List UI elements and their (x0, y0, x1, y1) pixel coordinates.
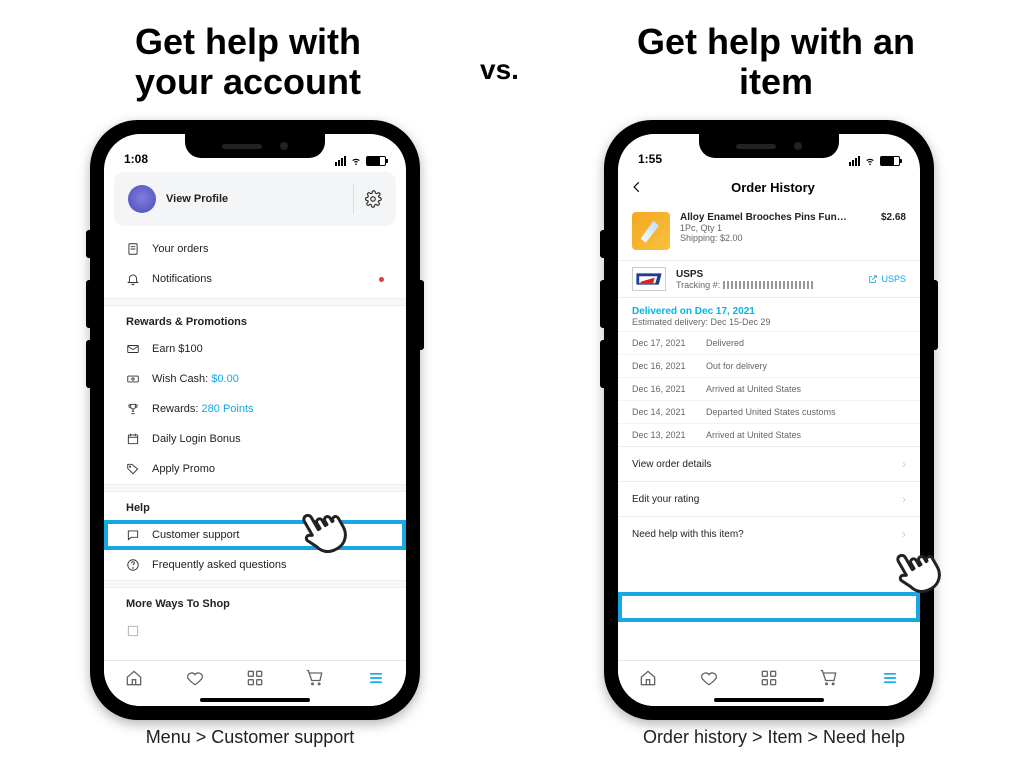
mail-icon (126, 342, 140, 356)
menu-label: Customer support (152, 529, 239, 541)
tab-home[interactable] (638, 668, 658, 693)
question-icon (126, 558, 140, 572)
view-profile-label: View Profile (166, 193, 228, 205)
carrier-name: USPS (676, 269, 813, 280)
menu-earn[interactable]: Earn $100 (104, 334, 406, 364)
menu-cutoff (104, 616, 406, 646)
chevron-right-icon: › (902, 527, 906, 541)
menu-label: Apply Promo (152, 463, 215, 475)
delivery-title: Delivered on Dec 17, 2021 (632, 306, 906, 317)
status-time: 1:08 (124, 152, 148, 166)
menu-label: Earn $100 (152, 343, 203, 355)
pointer-hand-icon (884, 540, 948, 604)
battery-icon (880, 156, 900, 166)
more-section-header: More Ways To Shop (104, 588, 406, 616)
menu-notifications[interactable]: Notifications (104, 264, 406, 294)
carrier-row[interactable]: USPS Tracking #: USPS (618, 260, 920, 297)
tracking-row: Dec 14, 2021Departed United States custo… (618, 400, 920, 423)
tracking-masked (723, 281, 813, 289)
page-title: Order History (638, 180, 908, 195)
tab-wishlist[interactable] (699, 668, 719, 693)
trophy-icon (126, 402, 140, 416)
menu-label: Notifications (152, 273, 212, 285)
menu-label: Daily Login Bonus (152, 433, 241, 445)
menu-customer-support[interactable]: Customer support (104, 520, 406, 550)
product-price: $2.68 (881, 212, 906, 250)
notification-dot (379, 277, 384, 282)
action-label: Need help with this item? (632, 529, 744, 540)
tab-categories[interactable] (759, 668, 779, 693)
tracking-number: Tracking #: (676, 280, 813, 290)
tab-menu[interactable] (880, 668, 900, 693)
nav-bar: Order History (618, 168, 920, 206)
chevron-right-icon: › (902, 492, 906, 506)
tag-icon (126, 462, 140, 476)
usps-logo-icon (632, 267, 666, 291)
orders-icon (126, 242, 140, 256)
profile-header[interactable]: View Profile (114, 172, 396, 226)
action-need-help[interactable]: Need help with this item? › (618, 516, 920, 551)
menu-label: Wish Cash: $0.00 (152, 373, 239, 385)
order-header[interactable]: Alloy Enamel Brooches Pins Fun… 1Pc, Qty… (618, 206, 920, 260)
menu-apply-promo[interactable]: Apply Promo (104, 454, 406, 484)
action-edit-rating[interactable]: Edit your rating › (618, 481, 920, 516)
product-shipping: Shipping: $2.00 (680, 233, 871, 243)
product-qty: 1Pc, Qty 1 (680, 223, 871, 233)
home-indicator (200, 698, 310, 702)
menu-label: Rewards: 280 Points (152, 403, 254, 415)
caption-right: Order history > Item > Need help (634, 727, 914, 748)
chat-icon (126, 528, 140, 542)
tracking-row: Dec 13, 2021Arrived at United States (618, 423, 920, 446)
tracking-row: Dec 16, 2021Out for delivery (618, 354, 920, 377)
tab-menu[interactable] (366, 668, 386, 693)
tab-categories[interactable] (245, 668, 265, 693)
heading-vs: vs. (480, 55, 519, 86)
heading-item-help: Get help with an item (626, 22, 926, 101)
signal-icon (849, 156, 860, 166)
menu-rewards[interactable]: Rewards: 280 Points (104, 394, 406, 424)
avatar (128, 185, 156, 213)
rewards-section-header: Rewards & Promotions (104, 306, 406, 334)
tracking-row: Dec 17, 2021Delivered (618, 331, 920, 354)
notch (185, 134, 325, 158)
menu-wish-cash[interactable]: Wish Cash: $0.00 (104, 364, 406, 394)
home-indicator (714, 698, 824, 702)
menu-label: Your orders (152, 243, 208, 255)
status-time: 1:55 (638, 152, 662, 166)
product-thumbnail (632, 212, 670, 250)
phone-frame-left: 1:08 View Profile Your orders (90, 120, 420, 720)
menu-daily-login[interactable]: Daily Login Bonus (104, 424, 406, 454)
tab-home[interactable] (124, 668, 144, 693)
delivery-status: Delivered on Dec 17, 2021 Estimated deli… (618, 297, 920, 331)
tab-wishlist[interactable] (185, 668, 205, 693)
tracking-row: Dec 16, 2021Arrived at United States (618, 377, 920, 400)
delivery-estimate: Estimated delivery: Dec 15-Dec 29 (632, 317, 906, 327)
phone-frame-right: 1:55 Order History Alloy Enamel Brooches… (604, 120, 934, 720)
menu-your-orders[interactable]: Your orders (104, 234, 406, 264)
action-view-details[interactable]: View order details › (618, 446, 920, 481)
action-label: Edit your rating (632, 494, 699, 505)
gear-icon[interactable] (364, 190, 382, 208)
chevron-right-icon: › (902, 457, 906, 471)
tracking-link[interactable]: USPS (868, 274, 906, 284)
cash-icon (126, 372, 140, 386)
heading-account-help: Get help with your account (98, 22, 398, 101)
help-section-header: Help (104, 492, 406, 520)
product-title: Alloy Enamel Brooches Pins Fun… (680, 212, 871, 223)
wifi-icon (350, 156, 362, 166)
tab-cart[interactable] (819, 668, 839, 693)
tab-cart[interactable] (305, 668, 325, 693)
menu-faq[interactable]: Frequently asked questions (104, 550, 406, 580)
action-label: View order details (632, 459, 711, 470)
caption-left: Menu > Customer support (110, 727, 390, 748)
battery-icon (366, 156, 386, 166)
calendar-icon (126, 432, 140, 446)
signal-icon (335, 156, 346, 166)
menu-label: Frequently asked questions (152, 559, 287, 571)
notch (699, 134, 839, 158)
pointer-hand-icon (290, 500, 354, 564)
bell-icon (126, 272, 140, 286)
wifi-icon (864, 156, 876, 166)
